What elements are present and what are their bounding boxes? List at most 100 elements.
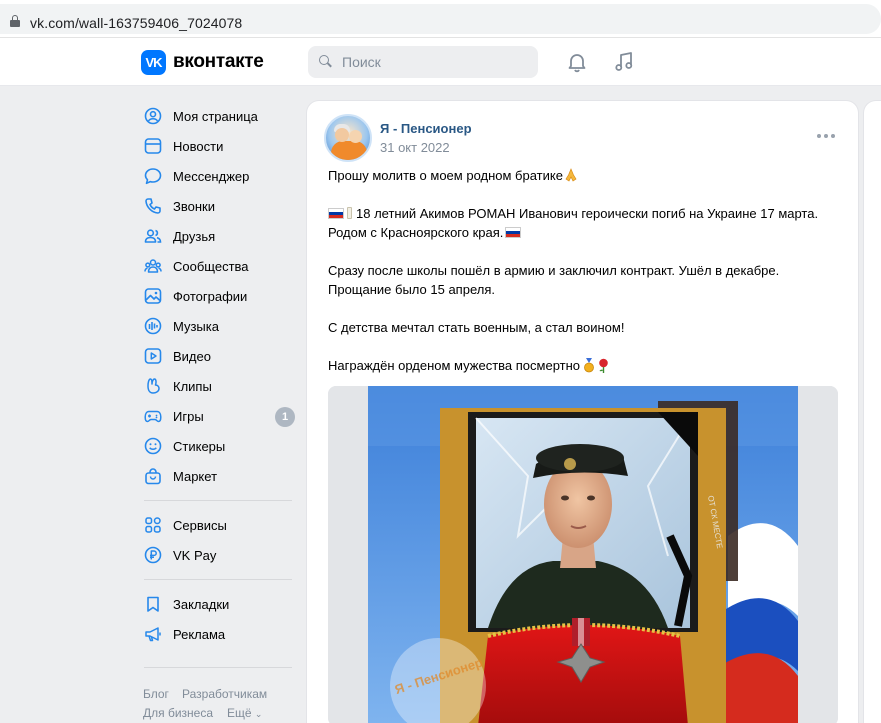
services-grid-icon xyxy=(145,517,161,533)
phone-icon xyxy=(145,198,161,214)
sidebar-item-messenger[interactable]: Мессенджер xyxy=(136,161,296,191)
sidebar-item-friends[interactable]: Друзья xyxy=(136,221,296,251)
sidebar-item-communities[interactable]: Сообщества xyxy=(136,251,296,281)
user-circle-icon xyxy=(144,107,162,125)
sidebar-item-market[interactable]: Маркет xyxy=(136,461,296,491)
music-note-icon[interactable] xyxy=(613,51,635,73)
community-avatar[interactable] xyxy=(324,114,372,162)
sidebar-item-photos[interactable]: Фотографии xyxy=(136,281,296,311)
sidebar-item-clips[interactable]: Клипы xyxy=(136,371,296,401)
vk-logo-icon[interactable]: VK xyxy=(141,50,166,75)
more-options-icon[interactable] xyxy=(817,134,835,140)
vkpay-icon xyxy=(144,546,162,564)
sidebar-item-calls[interactable]: Звонки xyxy=(136,191,296,221)
sidebar-divider xyxy=(144,500,292,501)
sidebar-item-ads[interactable]: Реклама xyxy=(136,619,296,649)
post-photo[interactable]: Я - Пенсионер ОТ СК МЕСТЕ xyxy=(328,386,838,723)
bookmark-icon xyxy=(147,596,159,612)
rose-icon xyxy=(599,358,608,373)
smile-icon xyxy=(144,437,162,455)
communities-icon xyxy=(144,259,162,273)
sidebar-item-label: Новости xyxy=(173,139,224,154)
russia-flag-icon xyxy=(328,208,344,219)
vk-header: VK вконтакте Поиск xyxy=(0,38,881,86)
post-text: Прощание было 15 апреля. xyxy=(328,282,495,297)
sidebar-item-music[interactable]: Музыка xyxy=(136,311,296,341)
sidebar-item-label: Игры xyxy=(173,409,204,424)
sidebar-item-my-page[interactable]: Моя страница xyxy=(136,101,296,131)
post-text-line: Прошу молитв о моем родном братике xyxy=(328,168,578,183)
sidebar-item-label: Закладки xyxy=(173,597,230,612)
search-placeholder: Поиск xyxy=(342,54,381,70)
sidebar-item-label: Фотографии xyxy=(173,289,248,304)
memorial-photo-image: Я - Пенсионер ОТ СК МЕСТЕ xyxy=(328,386,838,723)
url-field[interactable]: vk.com/wall-163759406_7024078 xyxy=(0,4,881,34)
sidebar-item-label: Друзья xyxy=(173,229,216,244)
medal-icon xyxy=(584,358,594,373)
bell-icon[interactable] xyxy=(566,51,588,73)
chevron-down-icon: ⌄ xyxy=(254,709,263,719)
sidebar-item-label: Звонки xyxy=(173,199,215,214)
lock-icon xyxy=(10,15,20,27)
post-text-line: Прощание было 15 апреля. xyxy=(328,282,495,297)
praying-hands-icon xyxy=(565,168,577,182)
sidebar-item-bookmarks[interactable]: Закладки xyxy=(136,589,296,619)
sidebar-item-label: Маркет xyxy=(173,469,218,484)
sidebar-item-label: Клипы xyxy=(173,379,212,394)
sidebar-item-label: Мессенджер xyxy=(173,169,250,184)
post-text-line: С детства мечтал стать военным, а стал в… xyxy=(328,320,624,335)
url-text: vk.com/wall-163759406_7024078 xyxy=(30,15,243,31)
search-input[interactable]: Поиск xyxy=(308,46,538,78)
footer-link-more[interactable]: Ещё ⌄ xyxy=(227,706,262,720)
browser-address-bar: vk.com/wall-163759406_7024078 xyxy=(0,0,881,38)
message-bubble-icon xyxy=(144,168,162,185)
sidebar-item-vkpay[interactable]: VK Pay xyxy=(136,540,296,570)
sidebar-item-label: Моя страница xyxy=(173,109,258,124)
games-counter-badge: 1 xyxy=(275,407,295,427)
sidebar-item-news[interactable]: Новости xyxy=(136,131,296,161)
sidebar-item-label: Видео xyxy=(173,349,211,364)
newsfeed-icon xyxy=(144,138,162,154)
post-text: 18 летний Акимов РОМАН Иванович героичес… xyxy=(356,206,819,221)
post-author[interactable]: Я - Пенсионер xyxy=(380,121,472,136)
post-text-line: Награждён орденом мужества посмертно xyxy=(328,358,610,373)
post-text: Сразу после школы пошёл в армию и заключ… xyxy=(328,263,780,278)
sidebar-divider xyxy=(144,667,292,668)
sidebar-item-label: Сервисы xyxy=(173,518,227,533)
friends-icon xyxy=(144,229,162,243)
sidebar-item-stickers[interactable]: Стикеры xyxy=(136,431,296,461)
vk-logo-text[interactable]: вконтакте xyxy=(173,51,264,73)
candle-icon xyxy=(347,207,352,219)
russia-flag-icon xyxy=(505,227,522,238)
clips-icon xyxy=(147,378,160,394)
post-text-line: Родом с Красноярского края. xyxy=(328,225,522,240)
sidebar-item-label: Стикеры xyxy=(173,439,226,454)
photo-icon xyxy=(144,288,162,304)
market-bag-icon xyxy=(145,468,161,485)
post-text-line: 18 летний Акимов РОМАН Иванович героичес… xyxy=(328,206,818,221)
post-text: Прошу молитв о моем родном братике xyxy=(328,168,563,183)
music-icon xyxy=(144,317,162,335)
video-icon xyxy=(144,348,162,364)
sidebar-item-label: Сообщества xyxy=(173,259,249,274)
footer-link-business[interactable]: Для бизнеса xyxy=(143,706,213,720)
post-text: С детства мечтал стать военным, а стал в… xyxy=(328,320,625,335)
post-date[interactable]: 31 окт 2022 xyxy=(380,140,450,155)
sidebar-divider xyxy=(144,579,292,580)
post-text-line: Сразу после школы пошёл в армию и заключ… xyxy=(328,263,779,278)
search-icon xyxy=(319,55,332,68)
footer-more-label: Ещё xyxy=(227,706,252,720)
sidebar-item-services[interactable]: Сервисы xyxy=(136,510,296,540)
sidebar-item-video[interactable]: Видео xyxy=(136,341,296,371)
post-text: Родом с Красноярского края. xyxy=(328,225,504,240)
sidebar-item-label: Музыка xyxy=(173,319,219,334)
sidebar-item-label: Реклама xyxy=(173,627,226,642)
right-column-panel xyxy=(864,101,881,723)
gamepad-icon xyxy=(144,410,162,423)
footer-link-blog[interactable]: Блог xyxy=(143,687,169,701)
post-text: Награждён орденом мужества посмертно xyxy=(328,358,581,373)
sidebar-item-games[interactable]: Игры 1 xyxy=(136,401,296,431)
megaphone-icon xyxy=(145,627,161,642)
footer-link-developers[interactable]: Разработчикам xyxy=(182,687,267,701)
sidebar-item-label: VK Pay xyxy=(173,548,217,563)
